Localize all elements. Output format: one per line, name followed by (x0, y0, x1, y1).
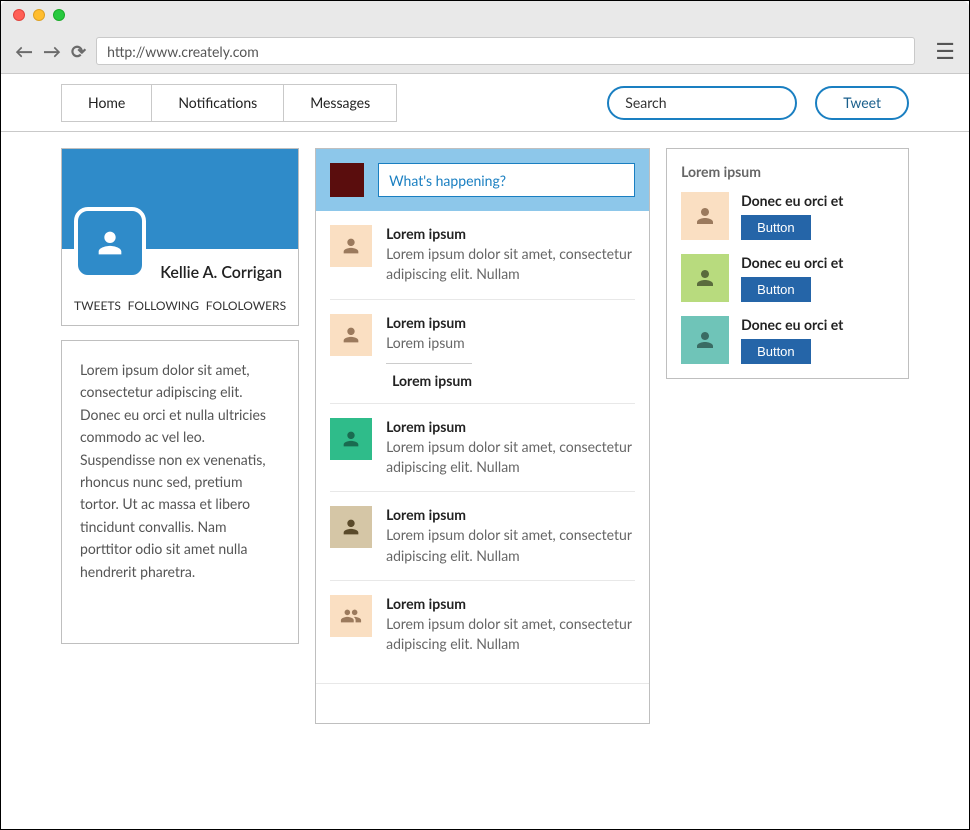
suggestions-panel: Lorem ipsum Donec eu orci et Button Done… (666, 148, 909, 379)
follow-button[interactable]: Button (741, 339, 811, 364)
suggestions-title: Lorem ipsum (681, 163, 894, 180)
compose-input[interactable]: What's happening? (378, 163, 635, 197)
feed-body: Lorem ipsum (386, 333, 472, 353)
feed-title: Lorem ipsum (386, 418, 635, 435)
search-input[interactable]: Search (607, 86, 797, 120)
feed-body: Lorem ipsum dolor sit amet, consectetur … (386, 525, 635, 566)
url-input[interactable]: http://www.creately.com (96, 37, 915, 65)
feed-avatar[interactable] (330, 314, 372, 356)
tweet-button[interactable]: Tweet (815, 86, 909, 120)
feed-avatar[interactable] (330, 225, 372, 267)
app-header: Home Notifications Messages Search Tweet (1, 74, 969, 132)
cover-image (62, 149, 298, 249)
feed-item[interactable]: Lorem ipsum Lorem ipsum dolor sit amet, … (330, 581, 635, 669)
suggestion-name: Donec eu orci et (741, 316, 843, 333)
suggestion-avatar[interactable] (681, 316, 729, 364)
forward-icon[interactable]: → (43, 40, 61, 62)
follow-button[interactable]: Button (741, 277, 811, 302)
feed-item[interactable]: Lorem ipsum Lorem ipsum dolor sit amet, … (330, 492, 635, 581)
window-minimize-icon[interactable] (33, 9, 45, 21)
tab-messages[interactable]: Messages (284, 85, 396, 121)
feed-nested: Lorem ipsum (386, 363, 472, 389)
bio-card: Lorem ipsum dolor sit amet, consectetur … (61, 340, 299, 644)
user-icon (340, 324, 362, 346)
user-icon (693, 204, 717, 228)
stat-tweets[interactable]: TWEETS (74, 298, 121, 313)
feed-title: Lorem ipsum (386, 506, 635, 523)
timeline-column: What's happening? Lorem ipsum Lorem ipsu… (315, 148, 650, 724)
feed-item[interactable]: Lorem ipsum Lorem ipsum dolor sit amet, … (330, 211, 635, 300)
stat-following[interactable]: FOLLOWING (128, 298, 199, 313)
feed-footer (316, 683, 649, 723)
reload-icon[interactable]: ⟳ (71, 40, 86, 63)
compose-bar: What's happening? (316, 149, 649, 211)
profile-card: Kellie A. Corrigan TWEETS FOLLOWING FOLO… (61, 148, 299, 326)
menu-icon[interactable]: ☰ (935, 37, 955, 65)
browser-chrome: ← → ⟳ http://www.creately.com ☰ (1, 1, 969, 74)
feed-avatar[interactable] (330, 595, 372, 637)
feed-body: Lorem ipsum dolor sit amet, consectetur … (386, 614, 635, 655)
user-icon (340, 516, 362, 538)
feed-avatar[interactable] (330, 418, 372, 460)
suggestion-name: Donec eu orci et (741, 192, 843, 209)
suggestion-item: Donec eu orci et Button (681, 192, 894, 240)
feed-item[interactable]: Lorem ipsum Lorem ipsum dolor sit amet, … (330, 404, 635, 493)
compose-avatar (330, 163, 364, 197)
follow-button[interactable]: Button (741, 215, 811, 240)
suggestion-item: Donec eu orci et Button (681, 316, 894, 364)
suggestion-avatar[interactable] (681, 254, 729, 302)
profile-avatar[interactable] (74, 207, 146, 279)
feed-avatar[interactable] (330, 506, 372, 548)
feed-title: Lorem ipsum (386, 314, 472, 331)
suggestion-avatar[interactable] (681, 192, 729, 240)
tab-notifications[interactable]: Notifications (152, 85, 284, 121)
feed-title: Lorem ipsum (386, 595, 635, 612)
suggestion-name: Donec eu orci et (741, 254, 843, 271)
user-icon (693, 328, 717, 352)
tab-home[interactable]: Home (62, 85, 152, 121)
user-icon (340, 428, 362, 450)
feed-body: Lorem ipsum dolor sit amet, consectetur … (386, 437, 635, 478)
main-tabs: Home Notifications Messages (61, 84, 397, 122)
feed-title: Lorem ipsum (386, 225, 635, 242)
suggestion-item: Donec eu orci et Button (681, 254, 894, 302)
user-icon (93, 226, 127, 260)
user-icon (340, 235, 362, 257)
window-maximize-icon[interactable] (53, 9, 65, 21)
stat-followers[interactable]: FOLOLOWERS (206, 298, 286, 313)
window-close-icon[interactable] (13, 9, 25, 21)
back-icon[interactable]: ← (15, 40, 33, 62)
user-icon (693, 266, 717, 290)
group-icon (340, 605, 362, 627)
feed-item[interactable]: Lorem ipsum Lorem ipsum Lorem ipsum (330, 300, 635, 404)
feed-body: Lorem ipsum dolor sit amet, consectetur … (386, 244, 635, 285)
